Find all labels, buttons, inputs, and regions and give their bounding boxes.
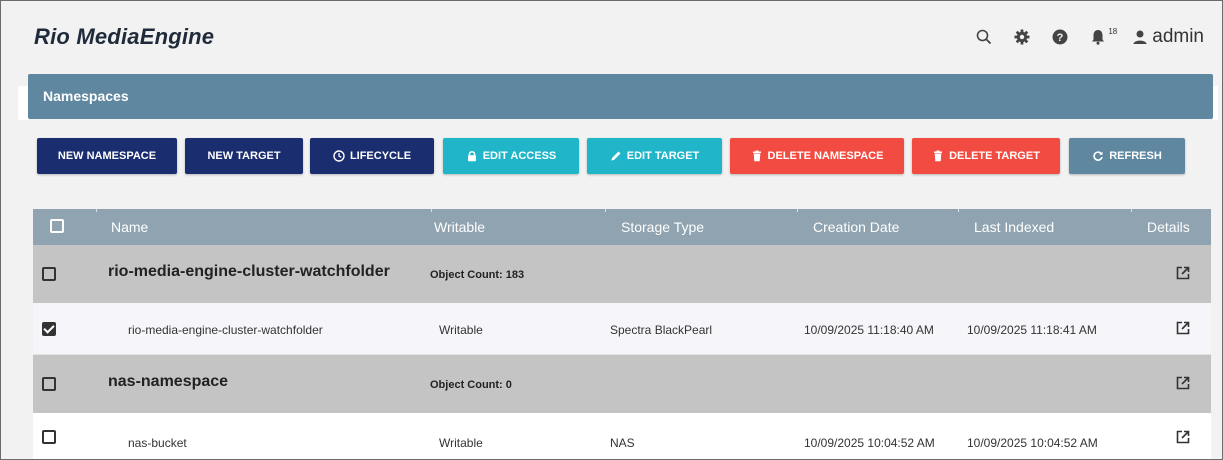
last-indexed-value: 10/09/2025 11:18:41 AM	[967, 323, 1097, 337]
bell-icon	[1089, 28, 1107, 46]
refresh-button[interactable]: REFRESH	[1069, 138, 1185, 174]
column-header-creation-date[interactable]: Creation Date	[813, 219, 899, 235]
column-divider	[431, 209, 432, 212]
new-target-label: NEW TARGET	[207, 150, 281, 162]
row-checkbox[interactable]	[42, 267, 56, 281]
app-window: Rio MediaEngine ? 18 admin Namespaces NE…	[0, 0, 1223, 460]
delete-target-button[interactable]: DELETE TARGET	[912, 138, 1060, 174]
user-menu[interactable]: admin	[1131, 26, 1204, 48]
namespace-name: rio-media-engine-cluster-watchfolder	[108, 263, 390, 280]
lifecycle-button[interactable]: LIFECYCLE	[310, 138, 434, 174]
column-header-name[interactable]: Name	[111, 219, 148, 235]
table-row[interactable]: rio-media-engine-cluster-watchfolder Wri…	[33, 303, 1211, 355]
refresh-label: REFRESH	[1109, 150, 1162, 162]
table-row[interactable]: nas-bucket Writable NAS 10/09/2025 10:04…	[33, 413, 1211, 459]
column-header-details[interactable]: Details	[1147, 219, 1190, 235]
new-namespace-button[interactable]: NEW NAMESPACE	[37, 138, 177, 174]
creation-date-value: 10/09/2025 11:18:40 AM	[804, 323, 934, 337]
edit-access-button[interactable]: EDIT ACCESS	[443, 138, 579, 174]
header-toolbar: ? 18 admin	[975, 26, 1204, 48]
svg-text:?: ?	[1057, 32, 1064, 44]
delete-namespace-label: DELETE NAMESPACE	[767, 150, 884, 162]
trash-icon	[932, 150, 944, 162]
column-divider	[958, 209, 959, 212]
column-divider	[96, 209, 97, 212]
new-namespace-label: NEW NAMESPACE	[57, 150, 157, 162]
column-header-last-indexed[interactable]: Last Indexed	[974, 219, 1054, 235]
action-toolbar: NEW NAMESPACE NEW TARGET LIFECYCLE EDIT …	[28, 119, 1213, 191]
open-details-icon[interactable]	[1176, 321, 1190, 335]
user-icon	[1131, 28, 1149, 46]
open-details-icon[interactable]	[1176, 266, 1190, 280]
column-header-storage-type[interactable]: Storage Type	[621, 219, 704, 235]
delete-namespace-button[interactable]: DELETE NAMESPACE	[730, 138, 904, 174]
trash-icon	[751, 150, 763, 162]
row-checkbox[interactable]	[42, 430, 56, 444]
pencil-icon	[610, 150, 622, 162]
panel-title: Namespaces	[43, 88, 129, 104]
new-target-button[interactable]: NEW TARGET	[185, 138, 303, 174]
writable-value: Writable	[439, 436, 483, 450]
namespace-name: nas-namespace	[108, 373, 229, 390]
refresh-icon	[1092, 150, 1104, 162]
column-divider	[605, 209, 606, 212]
table-group-row[interactable]: nas-namespace Object Count: 0	[33, 355, 1211, 413]
notification-count-badge: 18	[1108, 26, 1118, 36]
delete-target-label: DELETE TARGET	[949, 150, 1040, 162]
edit-target-button[interactable]: EDIT TARGET	[587, 138, 722, 174]
table-group-row[interactable]: rio-media-engine-cluster-watchfolder Obj…	[33, 245, 1211, 303]
namespaces-panel-header: Namespaces	[28, 74, 1213, 119]
edit-access-label: EDIT ACCESS	[482, 150, 557, 162]
notifications-button[interactable]: 18	[1089, 26, 1118, 46]
storage-type-value: Spectra BlackPearl	[610, 323, 713, 337]
creation-date-value: 10/09/2025 10:04:52 AM	[804, 436, 935, 450]
namespaces-table: Name Writable Storage Type Creation Date…	[33, 209, 1211, 459]
search-icon[interactable]	[975, 28, 993, 46]
username-label: admin	[1152, 26, 1204, 47]
object-count: Object Count: 0	[430, 379, 512, 391]
last-indexed-value: 10/09/2025 10:04:52 AM	[967, 436, 1098, 450]
open-details-icon[interactable]	[1176, 430, 1190, 444]
target-name: nas-bucket	[128, 436, 187, 450]
open-details-icon[interactable]	[1176, 376, 1190, 390]
lock-icon	[466, 150, 478, 162]
help-icon[interactable]: ?	[1051, 28, 1069, 46]
clock-icon	[333, 150, 345, 162]
select-all-checkbox[interactable]	[50, 219, 64, 233]
target-name: rio-media-engine-cluster-watchfolder	[128, 323, 323, 337]
lifecycle-label: LIFECYCLE	[349, 150, 412, 162]
app-title: Rio MediaEngine	[34, 24, 215, 49]
edit-target-label: EDIT TARGET	[626, 150, 700, 162]
gear-icon[interactable]	[1013, 28, 1031, 46]
row-checkbox[interactable]	[42, 377, 56, 391]
column-divider	[797, 209, 798, 212]
writable-value: Writable	[439, 323, 483, 337]
app-header: Rio MediaEngine ? 18 admin	[2, 2, 1222, 72]
storage-type-value: NAS	[610, 436, 635, 450]
object-count: Object Count: 183	[430, 269, 525, 281]
row-checkbox[interactable]	[42, 322, 56, 336]
column-header-writable[interactable]: Writable	[434, 219, 485, 235]
column-divider	[1131, 209, 1132, 212]
table-header: Name Writable Storage Type Creation Date…	[33, 209, 1211, 245]
